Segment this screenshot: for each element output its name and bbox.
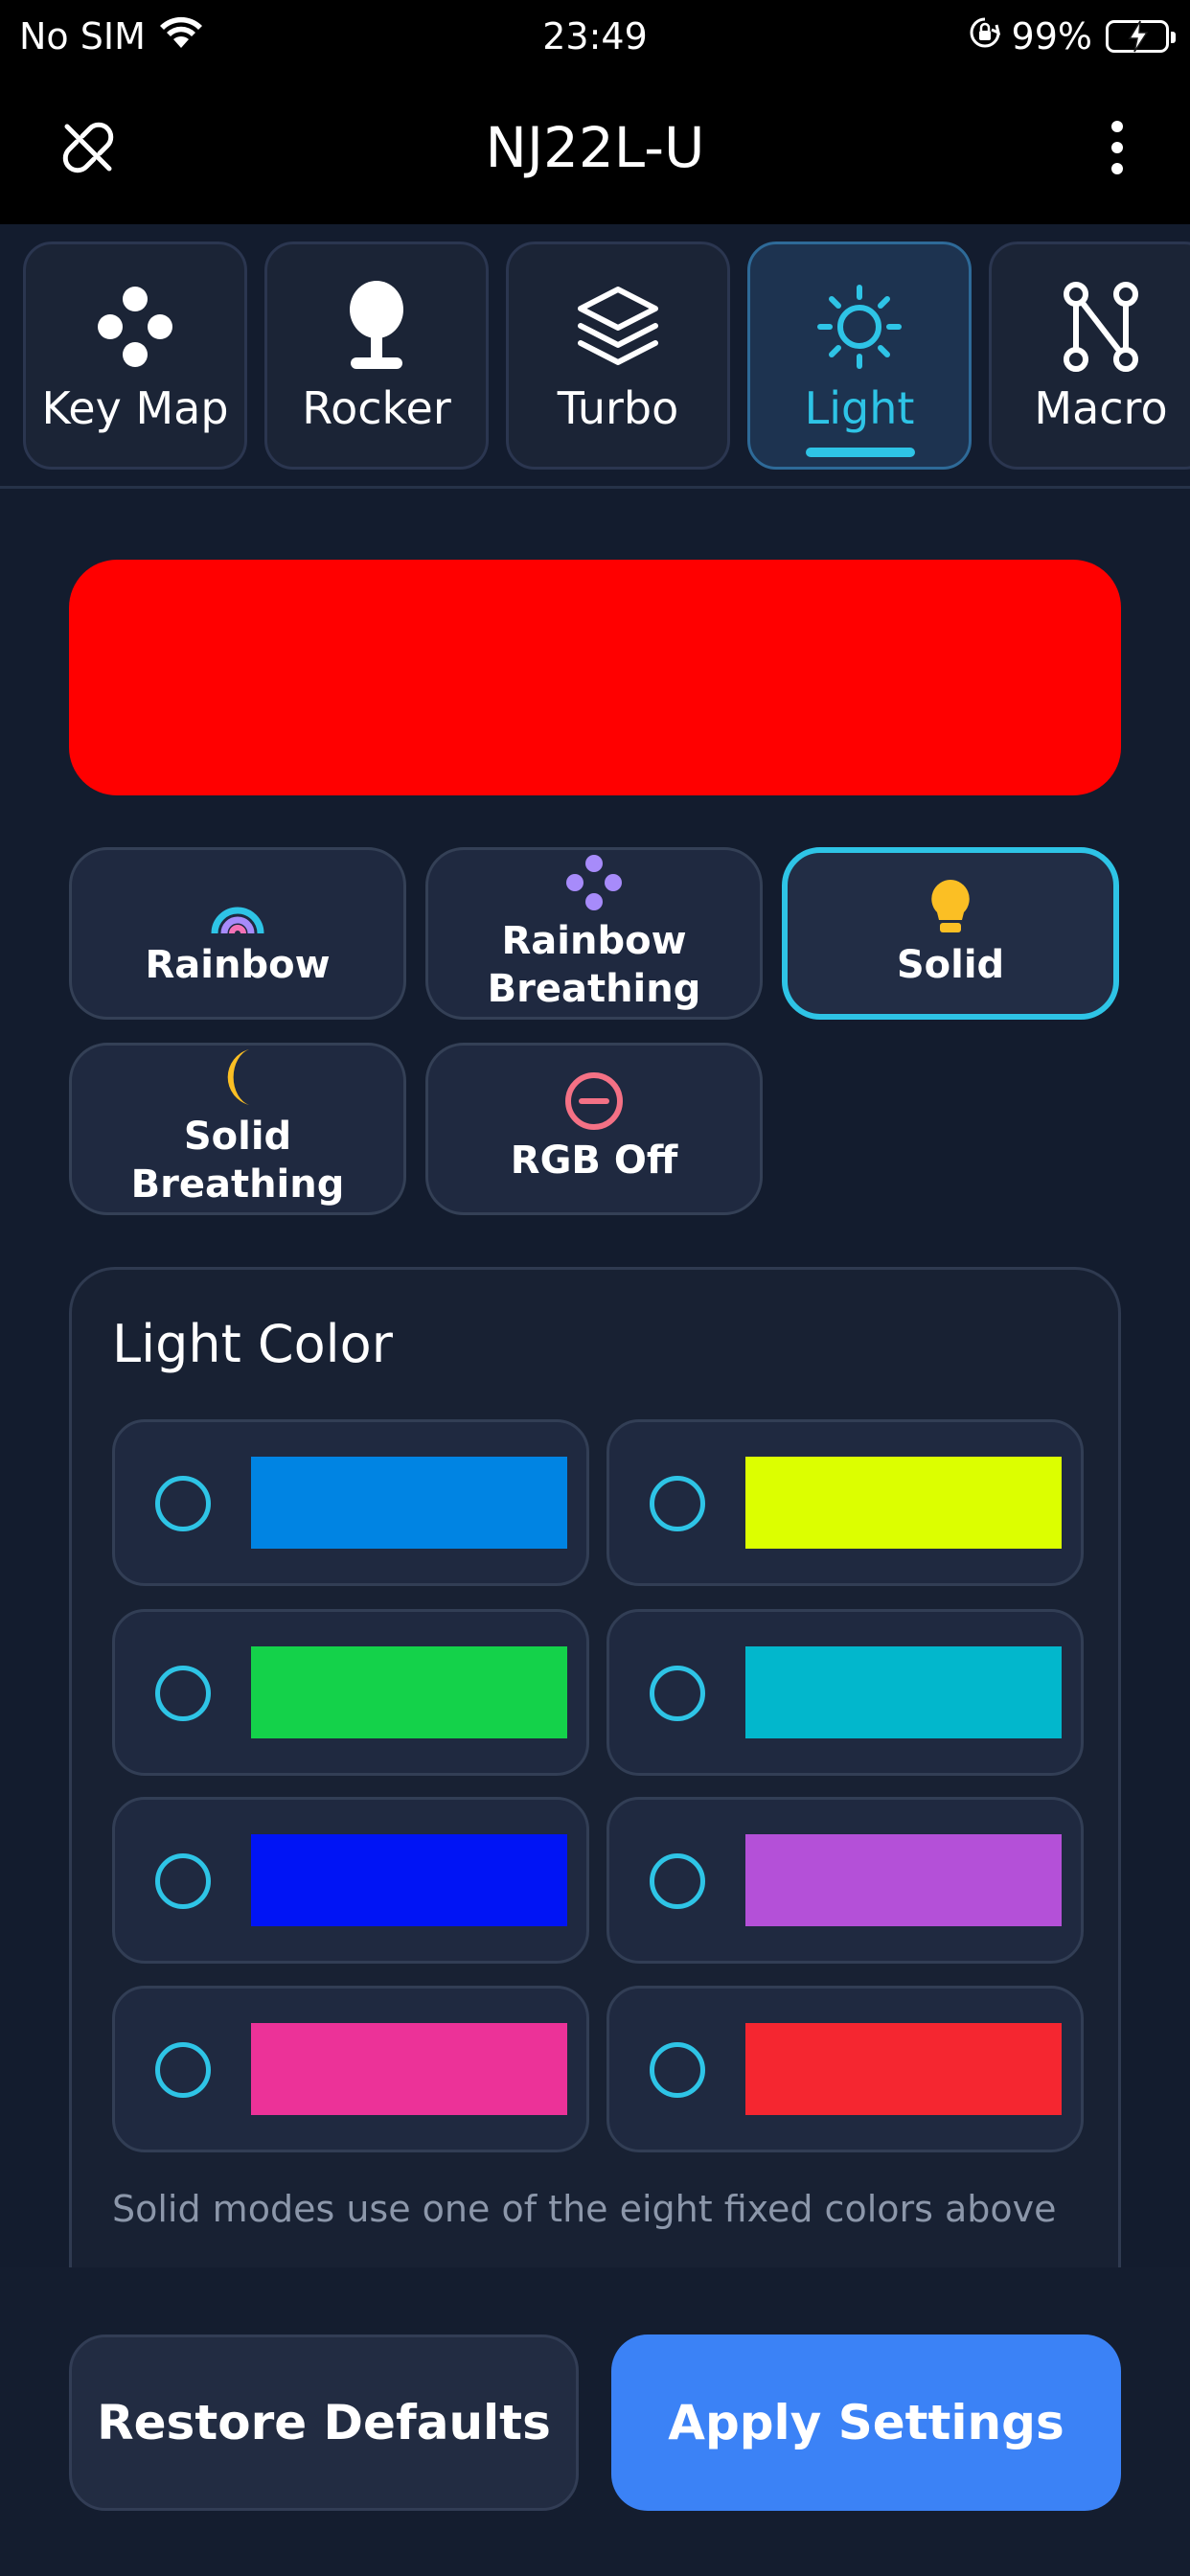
radio-button[interactable] bbox=[155, 1666, 211, 1721]
tab-light[interactable]: Light bbox=[747, 242, 972, 470]
more-vertical-icon bbox=[1111, 121, 1123, 174]
radio-button[interactable] bbox=[155, 1476, 211, 1531]
rainbow-icon bbox=[209, 878, 266, 935]
color-swatch bbox=[251, 1457, 567, 1549]
color-option-6[interactable] bbox=[606, 1797, 1084, 1964]
mode-label: Solid bbox=[896, 943, 1005, 987]
color-swatch bbox=[251, 2023, 567, 2115]
tab-label: Rocker bbox=[302, 382, 451, 434]
tab-label: Key Map bbox=[41, 382, 229, 434]
joystick-icon bbox=[343, 279, 410, 375]
color-option-1[interactable] bbox=[112, 1419, 589, 1586]
section-title: Light Color bbox=[112, 1314, 393, 1374]
sun-icon bbox=[816, 279, 903, 375]
radio-button[interactable] bbox=[155, 1853, 211, 1909]
radio-button[interactable] bbox=[650, 1666, 705, 1721]
color-option-7[interactable] bbox=[112, 1986, 589, 2152]
active-tab-indicator bbox=[806, 448, 915, 457]
color-swatch bbox=[745, 1834, 1062, 1926]
mode-label: Solid Breathing bbox=[130, 1115, 345, 1207]
tab-key-map[interactable]: Key Map bbox=[23, 242, 247, 470]
mode-rainbow-breathing-button[interactable]: Rainbow Breathing bbox=[425, 847, 763, 1020]
color-swatch bbox=[251, 1834, 567, 1926]
color-swatch bbox=[251, 1646, 567, 1738]
status-bar: No SIM 23:49 99% bbox=[0, 0, 1190, 71]
tab-rocker[interactable]: Rocker bbox=[264, 242, 489, 470]
radio-button[interactable] bbox=[650, 1476, 705, 1531]
mode-label: Rainbow bbox=[145, 943, 331, 987]
tab-turbo[interactable]: Turbo bbox=[506, 242, 730, 470]
hint-text: Solid modes use one of the eight fixed c… bbox=[112, 2188, 1057, 2230]
more-menu-button[interactable] bbox=[1083, 113, 1152, 182]
battery-percent: 99% bbox=[1011, 15, 1092, 58]
off-icon bbox=[564, 1072, 624, 1131]
color-option-8[interactable] bbox=[606, 1986, 1084, 2152]
footer-bar: Restore Defaults Apply Settings bbox=[0, 2267, 1190, 2576]
color-option-4[interactable] bbox=[606, 1609, 1084, 1776]
orientation-lock-icon bbox=[968, 15, 1002, 58]
color-option-3[interactable] bbox=[112, 1609, 589, 1776]
battery-icon bbox=[1106, 20, 1176, 53]
radio-button[interactable] bbox=[650, 2042, 705, 2098]
disconnect-button[interactable] bbox=[54, 113, 123, 182]
color-option-2[interactable] bbox=[606, 1419, 1084, 1586]
color-swatch bbox=[745, 1646, 1062, 1738]
gamepad-buttons-icon bbox=[97, 279, 173, 375]
color-swatch bbox=[745, 2023, 1062, 2115]
restore-defaults-button[interactable]: Restore Defaults bbox=[69, 2334, 579, 2511]
macro-node-icon bbox=[1063, 279, 1139, 375]
mode-solid-breathing-button[interactable]: Solid Breathing bbox=[69, 1043, 406, 1215]
radio-button[interactable] bbox=[650, 1853, 705, 1909]
color-option-5[interactable] bbox=[112, 1797, 589, 1964]
layers-icon bbox=[575, 279, 661, 375]
mode-rainbow-button[interactable]: Rainbow bbox=[69, 847, 406, 1020]
moon-icon bbox=[218, 1049, 257, 1107]
page-title: NJ22L-U bbox=[485, 115, 705, 180]
mode-label: Rainbow Breathing bbox=[487, 919, 701, 1011]
mode-rgb-off-button[interactable]: RGB Off bbox=[425, 1043, 763, 1215]
apply-settings-button[interactable]: Apply Settings bbox=[611, 2334, 1121, 2511]
tab-strip: Key Map Rocker Turbo Light Macro bbox=[0, 224, 1190, 489]
mode-solid-button[interactable]: Solid bbox=[782, 847, 1119, 1020]
tab-label: Turbo bbox=[557, 382, 679, 434]
light-color-card: Light Color Solid modes use one of the e… bbox=[69, 1267, 1121, 2340]
color-swatch bbox=[745, 1457, 1062, 1549]
tab-macro[interactable]: Macro bbox=[989, 242, 1190, 470]
color-preview bbox=[69, 560, 1121, 795]
status-right: 99% bbox=[968, 13, 1176, 59]
unlink-icon bbox=[62, 122, 114, 173]
dots-icon bbox=[565, 854, 623, 911]
mode-label: RGB Off bbox=[510, 1138, 678, 1183]
tab-label: Macro bbox=[1034, 382, 1168, 434]
app-header: NJ22L-U bbox=[0, 71, 1190, 224]
bulb-icon bbox=[929, 878, 972, 935]
radio-button[interactable] bbox=[155, 2042, 211, 2098]
tab-label: Light bbox=[804, 382, 915, 434]
